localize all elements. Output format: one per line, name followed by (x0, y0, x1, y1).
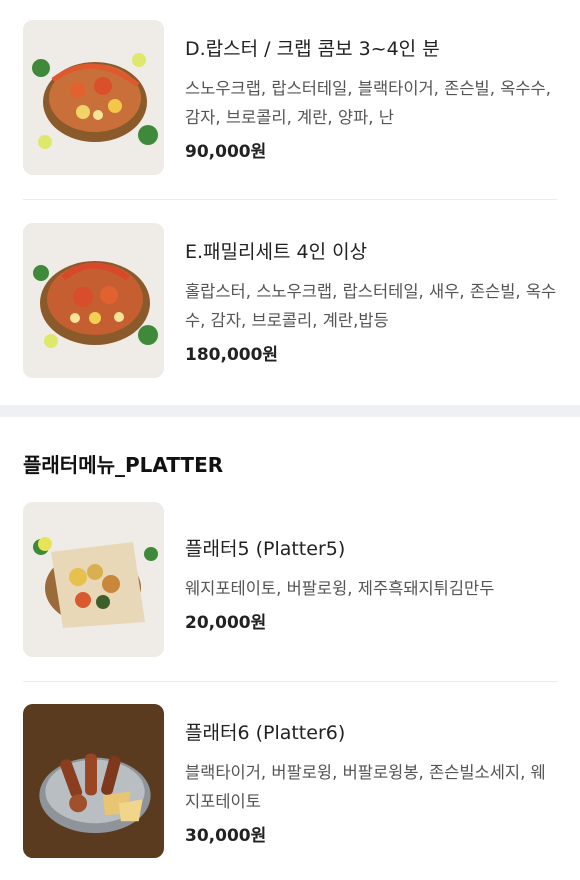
item-price: 20,000원 (185, 613, 267, 633)
item-price: 180,000원 (185, 345, 279, 365)
item-description: 블랙타이거, 버팔로윙, 버팔로윙봉, 존슨빌소세지, 웨지포테이토 (185, 763, 546, 811)
item-name: D.랍스터 / 크랩 콤보 3~4인 분 (185, 38, 440, 60)
item-name: 플래터5 (Platter5) (185, 538, 346, 560)
item-price: 30,000원 (185, 826, 267, 846)
item-description: 홀랍스터, 스노우크랩, 랍스터테일, 새우, 존슨빌, 옥수수, 감자, 브로… (185, 282, 557, 330)
family-set-photo (23, 223, 164, 378)
lobster-crab-combo-photo (23, 20, 164, 175)
section-band (0, 405, 580, 417)
item-name: 플래터6 (Platter6) (185, 722, 346, 744)
item-name: E.패밀리세트 4인 이상 (185, 241, 368, 263)
menu-page: D.랍스터 / 크랩 콤보 3~4인 분 스노우크랩, 랍스터테일, 블랙타이거… (0, 0, 580, 880)
item-description: 스노우크랩, 랍스터테일, 블랙타이거, 존슨빌, 옥수수, 감자, 브로콜리,… (185, 79, 551, 127)
section-title: 플래터메뉴_PLATTER (23, 453, 224, 477)
platter6-photo (23, 704, 164, 858)
item-description: 웨지포테이토, 버팔로윙, 제주흑돼지튀김만두 (185, 579, 495, 598)
item-price: 90,000원 (185, 142, 267, 162)
divider (23, 199, 557, 200)
platter5-photo (23, 502, 164, 657)
divider (23, 681, 557, 682)
